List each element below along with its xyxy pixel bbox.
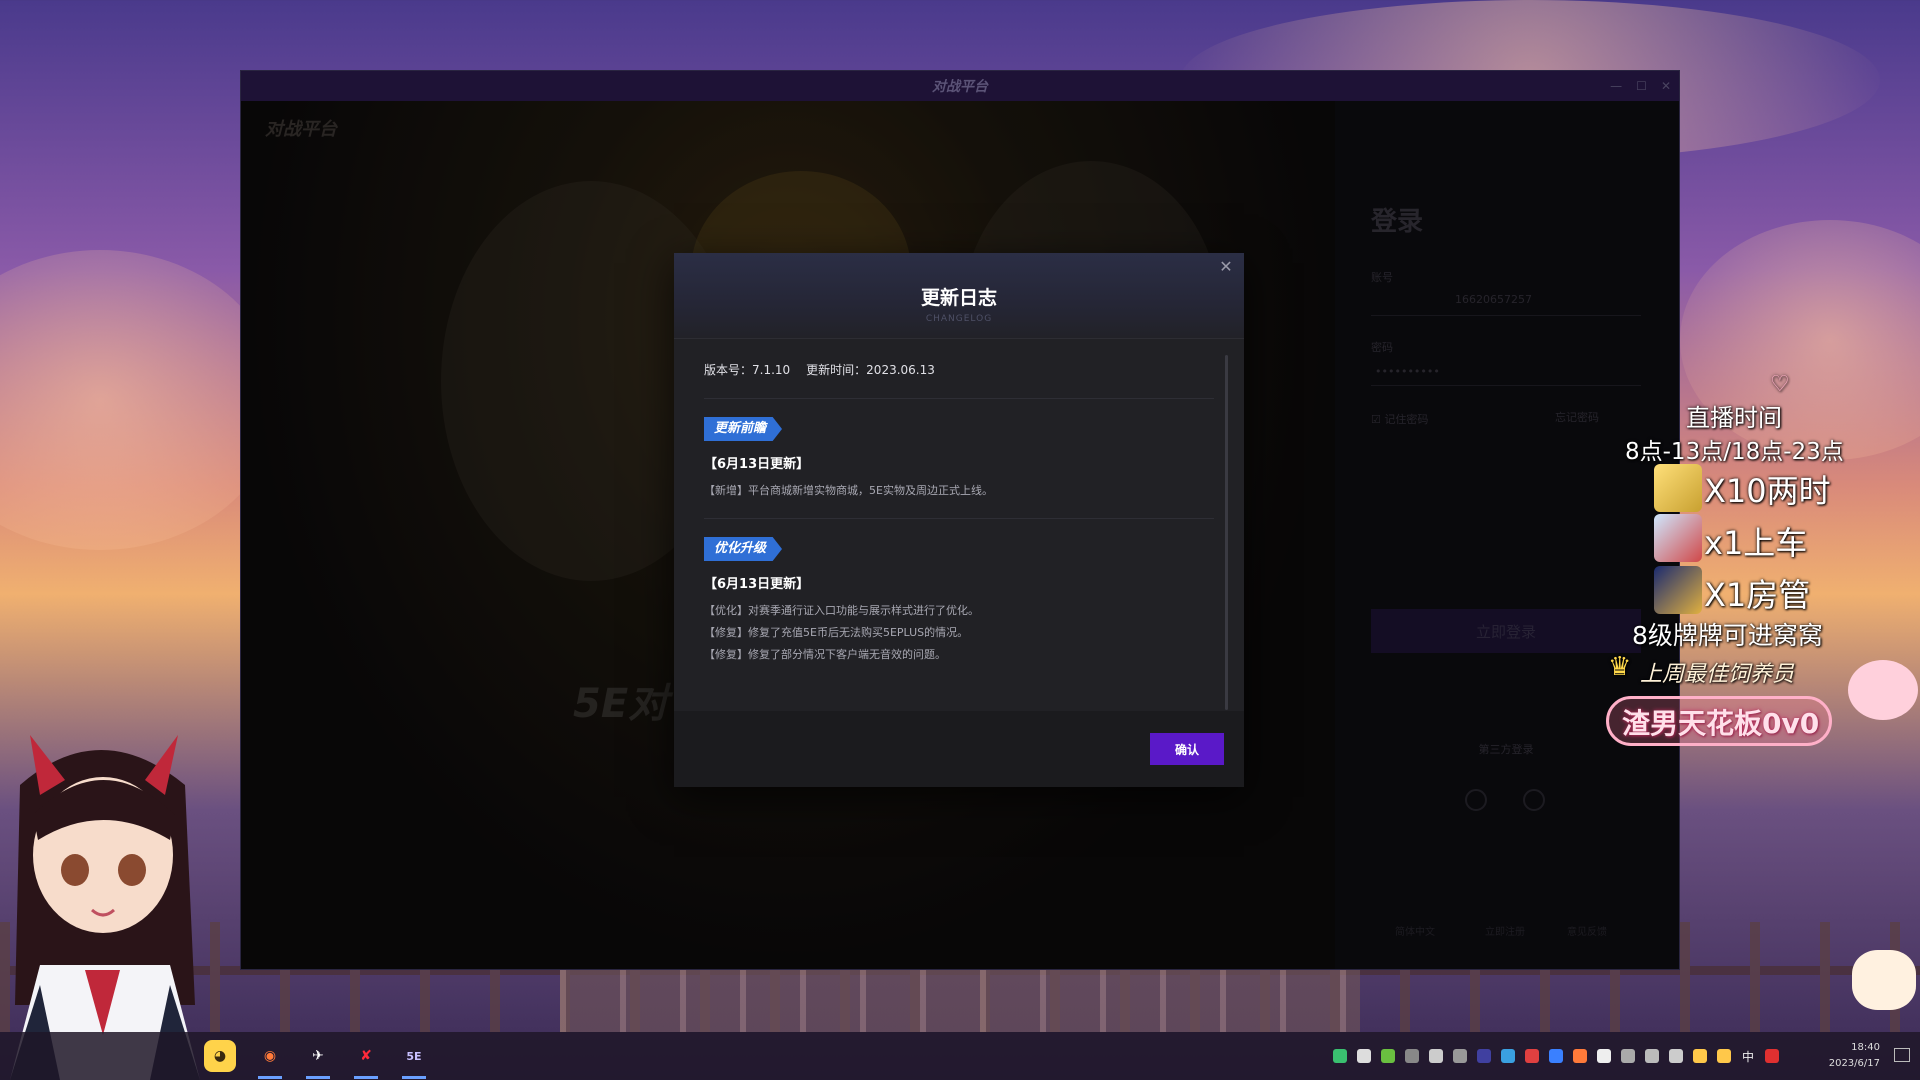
reward-line: X1房管 (1704, 576, 1811, 614)
tray-5e-icon[interactable] (1477, 1049, 1491, 1063)
rocket-icon (1654, 566, 1702, 614)
taskbar-app-face-icon[interactable]: ◕ (204, 1040, 236, 1072)
ticket-icon (1654, 464, 1702, 512)
changelog-line: 【修复】修复了部分情况下客户端无音效的问题。 (704, 648, 946, 661)
maximize-icon[interactable]: ☐ (1636, 79, 1647, 93)
level-note: 8级牌牌可进窝窝 (1632, 621, 1823, 650)
minimize-icon[interactable]: — (1610, 79, 1622, 93)
taskbar-clock[interactable]: 18:40 2023/6/17 (1829, 1040, 1880, 1072)
taskbar-app-x-icon[interactable]: ✘ (350, 1040, 382, 1079)
close-icon[interactable]: ✕ (1216, 257, 1236, 277)
cat-sticker (1852, 950, 1916, 1010)
vtuber-avatar (10, 735, 200, 1080)
pig-sticker (1848, 660, 1918, 720)
dialog-body: 版本号：7.1.10 更新时间：2023.06.13 更新前瞻 【6月13日更新… (674, 339, 1244, 711)
tray-app-icon[interactable] (1453, 1049, 1467, 1063)
best-feeder-label: 上周最佳饲养员 (1640, 662, 1795, 687)
crown-icon: ♛ (1608, 652, 1632, 682)
dialog-header: 更新日志 CHANGELOG ✕ (674, 253, 1244, 339)
changelog-dialog: 更新日志 CHANGELOG ✕ 版本号：7.1.10 更新时间：2023.06… (674, 253, 1244, 787)
taskbar-app-plane-icon[interactable]: ✈ (302, 1040, 334, 1079)
reward-line: X10两时 (1704, 472, 1831, 510)
tray-network-icon[interactable] (1645, 1049, 1659, 1063)
changelog-line: 【优化】对赛季通行证入口功能与展示样式进行了优化。 (704, 604, 979, 617)
taskbar-app-5e-icon[interactable]: 5E (398, 1040, 430, 1079)
sky-cloud (0, 250, 280, 550)
tray-steam-icon[interactable] (1405, 1049, 1419, 1063)
schedule-text: 8点-13点/18点-23点 (1625, 439, 1844, 465)
reward-line: x1上车 (1704, 524, 1808, 562)
confirm-button[interactable]: 确认 (1150, 733, 1224, 765)
changelog-line: 【修复】修复了充值5E币后无法购买5EPLUS的情况。 (704, 626, 969, 639)
dialog-footer: 确认 (674, 711, 1244, 787)
heart-icon: ♡ (1770, 372, 1790, 397)
best-feeder-name: 渣男天花板0v0 (1622, 707, 1820, 740)
window-title: 对战平台 (932, 79, 988, 95)
section-date: 【6月13日更新】 (704, 577, 810, 592)
tray-app-icon[interactable] (1429, 1049, 1443, 1063)
version-number: 版本号：7.1.10 (704, 363, 791, 377)
dialog-title: 更新日志 (920, 287, 997, 309)
tray-app-icon[interactable] (1717, 1049, 1731, 1063)
ime-indicator[interactable]: 中 (1742, 1048, 1754, 1065)
taskbar-app-browser-icon[interactable]: ◉ (254, 1040, 286, 1079)
tray-app-icon[interactable] (1597, 1049, 1611, 1063)
taskbar: ◕ ◉ ✈ ✘ 5E 中 18:40 2023/6/17 (0, 1032, 1920, 1080)
tray-app-icon[interactable] (1357, 1049, 1371, 1063)
version-meta: 版本号：7.1.10 更新时间：2023.06.13 (704, 361, 1214, 399)
tray-nvidia-icon[interactable] (1381, 1049, 1395, 1063)
tray-app-icon[interactable] (1549, 1049, 1563, 1063)
section-date: 【6月13日更新】 (704, 457, 810, 472)
dialog-subtitle: CHANGELOG (925, 314, 993, 324)
dialog-scrollbar[interactable] (1225, 355, 1228, 710)
update-time: 更新时间：2023.06.13 (806, 363, 935, 377)
close-window-icon[interactable]: ✕ (1661, 79, 1671, 93)
window-titlebar[interactable]: 对战平台 — ☐ ✕ (241, 71, 1679, 101)
changelog-line: 【新增】平台商城新增实物商城，5E实物及周边正式上线。 (704, 484, 993, 497)
tray-app-icon[interactable] (1525, 1049, 1539, 1063)
clock-time: 18:40 (1851, 1042, 1880, 1053)
system-tray: 中 (1328, 1032, 1784, 1080)
plane-icon (1654, 514, 1702, 562)
section-tag: 更新前瞻 (704, 417, 783, 441)
tray-app-icon[interactable] (1573, 1049, 1587, 1063)
schedule-title: 直播时间 (1686, 404, 1782, 432)
tray-app-icon[interactable] (1501, 1049, 1515, 1063)
tray-mic-icon[interactable] (1621, 1049, 1635, 1063)
tray-app-icon[interactable] (1333, 1049, 1347, 1063)
tray-volume-icon[interactable] (1669, 1049, 1683, 1063)
notification-icon[interactable] (1894, 1048, 1910, 1062)
section-divider (704, 518, 1214, 519)
section-tag: 优化升级 (704, 537, 783, 561)
clock-date: 2023/6/17 (1828, 1058, 1880, 1069)
tray-sogou-icon[interactable] (1765, 1049, 1780, 1063)
tray-app-icon[interactable] (1693, 1049, 1707, 1063)
